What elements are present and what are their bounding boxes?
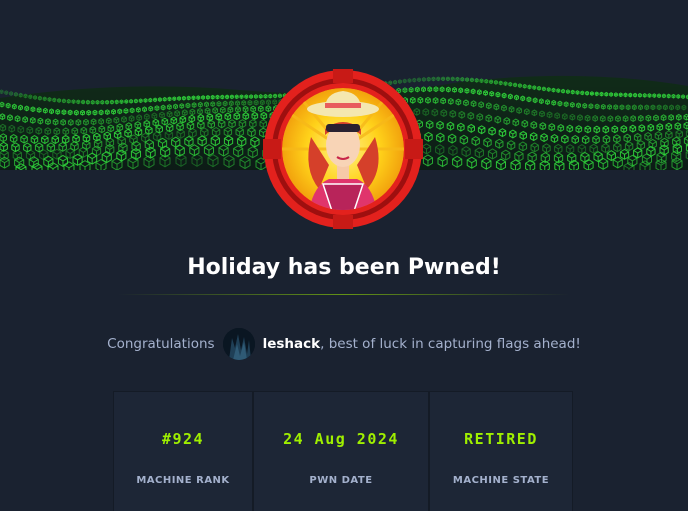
stat-machine-state: RETIRED MACHINE STATE	[429, 391, 573, 511]
stat-pwn-date: 24 Aug 2024 PWN DATE	[253, 391, 429, 511]
title-divider	[118, 294, 570, 295]
page-title: Holiday has been Pwned!	[187, 255, 501, 280]
stat-value: RETIRED	[464, 430, 538, 448]
username-link[interactable]: leshack	[263, 336, 321, 352]
machine-avatar-badge	[263, 69, 423, 229]
stats-panel: #924 MACHINE RANK 24 Aug 2024 PWN DATE R…	[113, 391, 573, 511]
congratulations-message: Congratulations leshack , best of luck i…	[0, 328, 688, 360]
stat-value: 24 Aug 2024	[283, 430, 399, 448]
stat-value: #924	[161, 430, 205, 448]
stat-machine-rank: #924 MACHINE RANK	[113, 391, 253, 511]
congrats-suffix: , best of luck in capturing flags ahead!	[320, 336, 581, 352]
stat-label: MACHINE RANK	[136, 475, 230, 486]
stat-label: PWN DATE	[309, 475, 373, 486]
congrats-prefix: Congratulations	[107, 336, 215, 352]
stat-label: MACHINE STATE	[452, 475, 550, 486]
user-avatar[interactable]	[222, 328, 255, 360]
